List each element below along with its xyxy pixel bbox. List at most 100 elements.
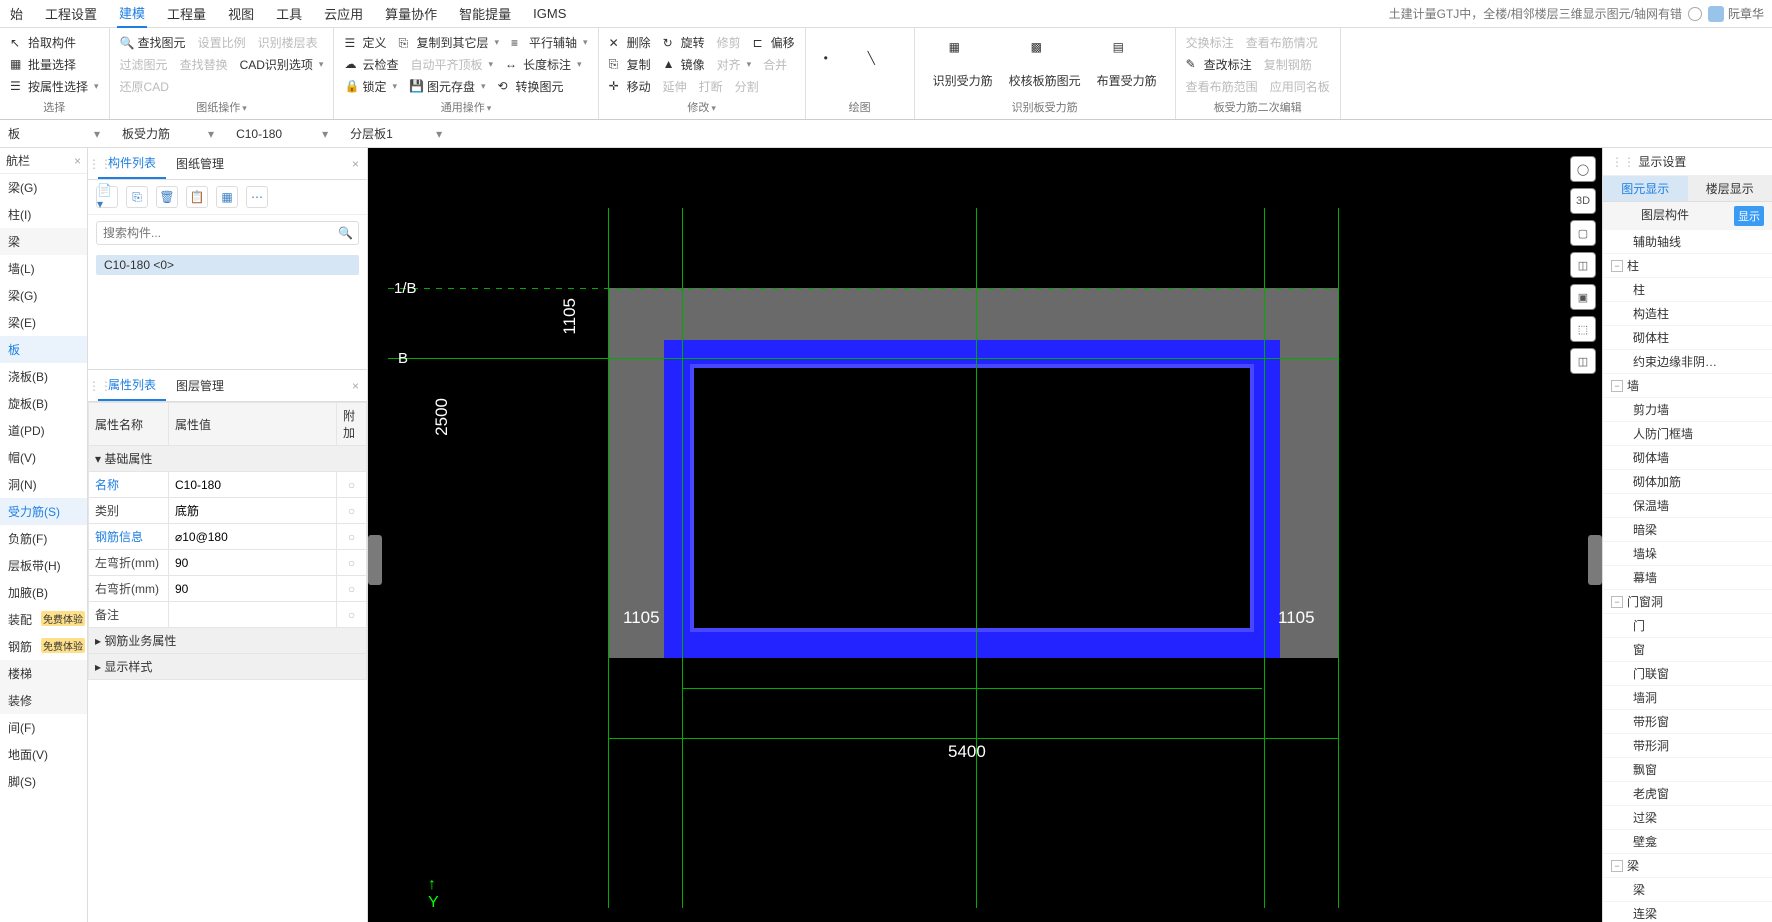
swap-label-button[interactable]: 交换标注 xyxy=(1186,34,1234,51)
menu-item[interactable]: 智能提量 xyxy=(457,0,513,27)
tree-leaf[interactable]: 门联窗 xyxy=(1603,662,1772,686)
move-button[interactable]: ✛移动 xyxy=(609,78,651,95)
recog-rebar-button[interactable]: ▦识别受力筋 xyxy=(925,34,1001,95)
tab-floor-display[interactable]: 楼层显示 xyxy=(1688,176,1772,201)
break-button[interactable]: 打断 xyxy=(699,78,723,95)
tab-layer-manage[interactable]: 图层管理 xyxy=(166,371,234,400)
new-button[interactable]: 📄▾ xyxy=(96,186,118,208)
rotate-button[interactable]: ↻旋转 xyxy=(663,34,705,51)
nav-item[interactable]: 道(PD) xyxy=(0,417,87,444)
user-label[interactable]: 阮章华 xyxy=(1708,5,1764,22)
tree-leaf[interactable]: 剪力墙 xyxy=(1603,398,1772,422)
tree-leaf[interactable]: 砌体加筋 xyxy=(1603,470,1772,494)
name-select[interactable]: C10-180 xyxy=(236,127,316,141)
tree-leaf[interactable]: 飘窗 xyxy=(1603,758,1772,782)
nav-item[interactable]: 洞(N) xyxy=(0,471,87,498)
more-button[interactable]: ⋯ xyxy=(246,186,268,208)
prop-add[interactable]: ○ xyxy=(337,472,367,498)
apply-same-button[interactable]: 应用同名板 xyxy=(1270,78,1330,95)
delete-button[interactable]: 🗑 xyxy=(156,186,178,208)
prop-value[interactable] xyxy=(169,602,337,628)
tree-leaf[interactable]: 砌体柱 xyxy=(1603,326,1772,350)
tree-category[interactable]: − 梁 xyxy=(1603,854,1772,878)
nav-item[interactable]: 楼梯 xyxy=(0,660,87,687)
element-save-button[interactable]: 💾图元存盘 xyxy=(409,78,486,95)
tree-leaf[interactable]: 辅助轴线 xyxy=(1603,230,1772,254)
tree-leaf[interactable]: 梁 xyxy=(1603,878,1772,902)
paste-button[interactable]: 📋 xyxy=(186,186,208,208)
tree-leaf[interactable]: 带形窗 xyxy=(1603,710,1772,734)
tree-leaf[interactable]: 幕墙 xyxy=(1603,566,1772,590)
tree-leaf[interactable]: 壁龛 xyxy=(1603,830,1772,854)
menu-item[interactable]: 工程量 xyxy=(165,0,208,27)
tree-leaf[interactable]: 连梁 xyxy=(1603,902,1772,922)
trim-button[interactable]: 修剪 xyxy=(717,34,741,51)
cad-options-button[interactable]: CAD识别选项 xyxy=(240,56,324,73)
lock-button[interactable]: 🔒锁定 xyxy=(344,78,397,95)
panel-handle-left[interactable] xyxy=(368,535,382,585)
align-button[interactable]: 对齐 xyxy=(717,56,752,73)
section-biz[interactable]: ▸ 钢筋业务属性 xyxy=(89,628,367,654)
type-select[interactable]: 板受力筋 xyxy=(122,125,202,142)
menu-item[interactable]: 始 xyxy=(8,0,25,27)
group-label[interactable]: 图纸操作 xyxy=(120,97,324,117)
find-replace-button[interactable]: 查找替换 xyxy=(180,56,228,73)
view-range-button[interactable]: 查看布筋范围 xyxy=(1186,78,1258,95)
layout-rebar-button[interactable]: ▤布置受力筋 xyxy=(1089,34,1165,95)
show-button[interactable]: 显示 xyxy=(1734,206,1764,226)
draw-line-button[interactable]: ╲ xyxy=(860,45,904,85)
section-basic[interactable]: ▾ 基础属性 xyxy=(89,446,367,472)
tree-category[interactable]: − 墙 xyxy=(1603,374,1772,398)
tree-leaf[interactable]: 门 xyxy=(1603,614,1772,638)
nav-item[interactable]: 柱(I) xyxy=(0,201,87,228)
tree-leaf[interactable]: 带形洞 xyxy=(1603,734,1772,758)
prop-value[interactable] xyxy=(169,576,337,602)
view-3d-button[interactable]: 3D xyxy=(1570,188,1596,214)
length-dim-button[interactable]: ↔长度标注 xyxy=(505,56,582,73)
nav-item[interactable]: 梁(E) xyxy=(0,309,87,336)
layer-button[interactable]: ▦ xyxy=(216,186,238,208)
copy-button[interactable]: ⎘ xyxy=(126,186,148,208)
tree-leaf[interactable]: 过梁 xyxy=(1603,806,1772,830)
tree-leaf[interactable]: 墙垛 xyxy=(1603,542,1772,566)
copy-button[interactable]: ⎘复制 xyxy=(609,56,651,73)
recog-floor-button[interactable]: 识别楼层表 xyxy=(258,34,318,51)
extend-button[interactable]: 延伸 xyxy=(663,78,687,95)
close-icon[interactable]: × xyxy=(74,154,81,168)
select-by-prop-button[interactable]: ☰按属性选择 xyxy=(10,78,99,95)
convert-element-button[interactable]: ⟲转换图元 xyxy=(498,78,564,95)
nav-item[interactable]: 梁(G) xyxy=(0,282,87,309)
tree-category[interactable]: − 柱 xyxy=(1603,254,1772,278)
mirror-button[interactable]: ▲镜像 xyxy=(663,56,705,73)
tab-properties[interactable]: 属性列表 xyxy=(98,370,166,401)
nav-item[interactable]: 受力筋(S) xyxy=(0,498,87,525)
restore-cad-button[interactable]: 还原CAD xyxy=(120,78,169,95)
nav-item[interactable]: 墙(L) xyxy=(0,255,87,282)
tab-drawing-manage[interactable]: 图纸管理 xyxy=(166,149,234,178)
prop-value[interactable] xyxy=(169,472,337,498)
tab-component-list[interactable]: 构件列表 xyxy=(98,148,166,179)
tree-category[interactable]: − 门窗洞 xyxy=(1603,590,1772,614)
pick-element-button[interactable]: ↖拾取构件 xyxy=(10,34,99,51)
close-icon[interactable]: × xyxy=(344,157,367,171)
grip-icon[interactable]: ⋮⋮ xyxy=(1611,155,1635,169)
nav-item[interactable]: 梁(G) xyxy=(0,174,87,201)
menu-item[interactable]: 云应用 xyxy=(322,0,365,27)
menu-item[interactable]: 工程设置 xyxy=(43,0,99,27)
view-measure-button[interactable]: ◫ xyxy=(1570,348,1596,374)
collapse-icon[interactable]: − xyxy=(1611,596,1623,608)
copy-rebar-button[interactable]: 复制钢筋 xyxy=(1264,56,1312,73)
canvas[interactable]: 1/B B 1105 2500 1105 1105 5400 ↑Y ◯ 3D ▢… xyxy=(368,148,1602,922)
view-layout-button[interactable]: 查看布筋情况 xyxy=(1246,34,1318,51)
category-select[interactable]: 板 xyxy=(8,125,88,142)
check-rebar-button[interactable]: ▩校核板筋图元 xyxy=(1001,34,1089,95)
nav-item[interactable]: 加腋(B) xyxy=(0,579,87,606)
collapse-icon[interactable]: − xyxy=(1611,860,1623,872)
menu-item[interactable]: 工具 xyxy=(274,0,304,27)
set-scale-button[interactable]: 设置比例 xyxy=(198,34,246,51)
layer-select[interactable]: 分层板1 xyxy=(350,125,430,142)
nav-item[interactable]: 浇板(B) xyxy=(0,363,87,390)
search-input[interactable] xyxy=(96,221,359,245)
nav-item[interactable]: 梁 xyxy=(0,228,87,255)
menu-item[interactable]: 建模 xyxy=(117,0,147,28)
